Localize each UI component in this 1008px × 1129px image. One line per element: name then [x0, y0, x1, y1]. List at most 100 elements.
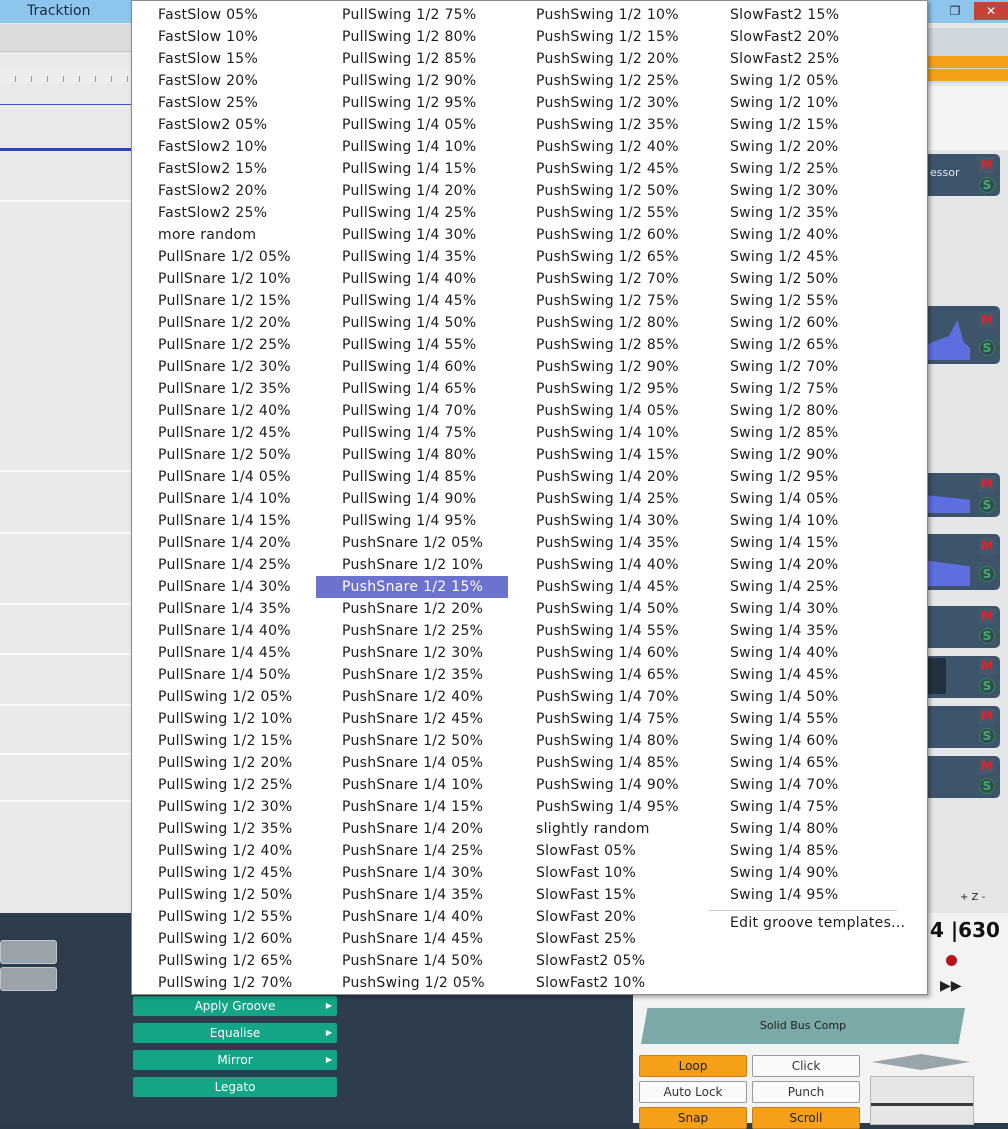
- solo-button[interactable]: S: [979, 728, 995, 744]
- groove-menu-item[interactable]: PushSwing 1/2 40%: [510, 136, 704, 158]
- groove-menu-item[interactable]: SlowFast2 25%: [704, 48, 904, 70]
- groove-menu-item[interactable]: PullSnare 1/2 25%: [132, 334, 316, 356]
- groove-menu-item[interactable]: Swing 1/2 45%: [704, 246, 904, 268]
- groove-menu-item[interactable]: PullSwing 1/4 70%: [316, 400, 508, 422]
- groove-menu-item[interactable]: PullSwing 1/4 75%: [316, 422, 508, 444]
- groove-menu-item[interactable]: Swing 1/2 25%: [704, 158, 904, 180]
- groove-menu-item[interactable]: PushSnare 1/4 35%: [316, 884, 508, 906]
- groove-menu-item[interactable]: FastSlow 10%: [132, 26, 316, 48]
- groove-menu-item[interactable]: SlowFast2 15%: [704, 4, 904, 26]
- groove-menu-item[interactable]: Swing 1/2 35%: [704, 202, 904, 224]
- groove-menu-item[interactable]: FastSlow2 25%: [132, 202, 316, 224]
- groove-menu-item[interactable]: PullSnare 1/2 50%: [132, 444, 316, 466]
- groove-menu-item[interactable]: PushSwing 1/4 50%: [510, 598, 704, 620]
- groove-menu-item[interactable]: PushSwing 1/2 95%: [510, 378, 704, 400]
- groove-menu-item[interactable]: FastSlow2 20%: [132, 180, 316, 202]
- groove-menu-item[interactable]: Swing 1/2 20%: [704, 136, 904, 158]
- groove-menu-item[interactable]: Swing 1/4 45%: [704, 664, 904, 686]
- groove-menu-item[interactable]: PullSwing 1/4 15%: [316, 158, 508, 180]
- record-indicator-icon[interactable]: [946, 955, 957, 966]
- groove-menu-item[interactable]: PullSwing 1/2 25%: [132, 774, 316, 796]
- groove-menu-item[interactable]: PushSnare 1/2 25%: [316, 620, 508, 642]
- groove-menu-item[interactable]: PullSwing 1/2 30%: [132, 796, 316, 818]
- groove-menu-item[interactable]: PushSwing 1/4 10%: [510, 422, 704, 444]
- groove-menu-item[interactable]: FastSlow2 10%: [132, 136, 316, 158]
- groove-menu-item[interactable]: PushSwing 1/4 45%: [510, 576, 704, 598]
- groove-menu-item[interactable]: Swing 1/4 15%: [704, 532, 904, 554]
- groove-menu-item[interactable]: PullSwing 1/4 50%: [316, 312, 508, 334]
- groove-menu-item[interactable]: PullSwing 1/2 75%: [316, 4, 508, 26]
- groove-menu-item[interactable]: PullSnare 1/4 30%: [132, 576, 316, 598]
- groove-menu-item[interactable]: PushSwing 1/4 75%: [510, 708, 704, 730]
- groove-menu-item[interactable]: PushSwing 1/2 20%: [510, 48, 704, 70]
- groove-menu-item[interactable]: PullSnare 1/2 30%: [132, 356, 316, 378]
- groove-menu-item[interactable]: PullSnare 1/4 05%: [132, 466, 316, 488]
- groove-menu-item[interactable]: PushSwing 1/2 60%: [510, 224, 704, 246]
- panel-button[interactable]: [0, 940, 57, 964]
- groove-menu-item[interactable]: PullSnare 1/4 20%: [132, 532, 316, 554]
- groove-menu-item[interactable]: PullSnare 1/2 40%: [132, 400, 316, 422]
- groove-menu-item[interactable]: PushSwing 1/2 80%: [510, 312, 704, 334]
- solo-button[interactable]: S: [979, 628, 995, 644]
- groove-menu-item[interactable]: PushSwing 1/2 85%: [510, 334, 704, 356]
- groove-menu-item[interactable]: PushSnare 1/4 45%: [316, 928, 508, 950]
- groove-menu-item[interactable]: PullSwing 1/2 10%: [132, 708, 316, 730]
- groove-menu-item[interactable]: FastSlow 25%: [132, 92, 316, 114]
- groove-menu-item[interactable]: PushSnare 1/4 50%: [316, 950, 508, 972]
- fast-forward-icon[interactable]: ▶▶: [940, 978, 962, 994]
- solo-button[interactable]: S: [979, 177, 995, 193]
- groove-menu-item[interactable]: Swing 1/2 90%: [704, 444, 904, 466]
- close-window-icon[interactable]: ✕: [974, 2, 1008, 20]
- groove-menu-item[interactable]: SlowFast2 20%: [704, 26, 904, 48]
- groove-menu-item[interactable]: Swing 1/2 05%: [704, 70, 904, 92]
- groove-menu-item[interactable]: PushSwing 1/4 70%: [510, 686, 704, 708]
- groove-menu-item[interactable]: PushSnare 1/4 20%: [316, 818, 508, 840]
- groove-menu-item[interactable]: Swing 1/4 65%: [704, 752, 904, 774]
- groove-menu-item[interactable]: PushSwing 1/2 30%: [510, 92, 704, 114]
- groove-menu-item[interactable]: PushSwing 1/4 95%: [510, 796, 704, 818]
- groove-menu-item[interactable]: Swing 1/4 30%: [704, 598, 904, 620]
- groove-menu-item[interactable]: PushSwing 1/4 20%: [510, 466, 704, 488]
- groove-menu-item[interactable]: Swing 1/4 05%: [704, 488, 904, 510]
- groove-menu-item[interactable]: Swing 1/2 10%: [704, 92, 904, 114]
- mute-button[interactable]: M: [979, 758, 995, 774]
- groove-menu-item[interactable]: PullSnare 1/2 20%: [132, 312, 316, 334]
- groove-menu-item[interactable]: PullSnare 1/4 45%: [132, 642, 316, 664]
- solo-button[interactable]: S: [979, 566, 995, 582]
- groove-menu-item[interactable]: PushSwing 1/4 65%: [510, 664, 704, 686]
- groove-menu-item[interactable]: PullSwing 1/2 70%: [132, 972, 316, 994]
- groove-menu-item[interactable]: PushSwing 1/4 60%: [510, 642, 704, 664]
- groove-menu-item[interactable]: PullSwing 1/4 55%: [316, 334, 508, 356]
- groove-menu-item[interactable]: PushSwing 1/2 10%: [510, 4, 704, 26]
- groove-menu-item[interactable]: PullSnare 1/4 25%: [132, 554, 316, 576]
- groove-menu-item[interactable]: PullSnare 1/4 10%: [132, 488, 316, 510]
- groove-menu-item[interactable]: FastSlow2 05%: [132, 114, 316, 136]
- groove-menu-item[interactable]: PushSwing 1/4 40%: [510, 554, 704, 576]
- groove-menu-item[interactable]: Swing 1/2 80%: [704, 400, 904, 422]
- groove-menu-item[interactable]: SlowFast 25%: [510, 928, 704, 950]
- groove-menu-item[interactable]: PullSwing 1/4 30%: [316, 224, 508, 246]
- groove-menu-item[interactable]: PullSwing 1/4 05%: [316, 114, 508, 136]
- panel-button[interactable]: [0, 967, 57, 991]
- groove-menu-item[interactable]: SlowFast 10%: [510, 862, 704, 884]
- restore-window-icon[interactable]: ❐: [944, 2, 966, 20]
- groove-menu-item[interactable]: PushSnare 1/2 35%: [316, 664, 508, 686]
- mute-button[interactable]: M: [979, 312, 995, 328]
- punch-button[interactable]: Punch: [752, 1081, 860, 1103]
- apply-groove-button[interactable]: Apply Groove ▶: [133, 996, 337, 1016]
- mute-button[interactable]: M: [979, 157, 995, 173]
- groove-menu-item[interactable]: PullSwing 1/2 35%: [132, 818, 316, 840]
- groove-menu-item[interactable]: PushSnare 1/4 40%: [316, 906, 508, 928]
- groove-menu-item[interactable]: PushSwing 1/4 05%: [510, 400, 704, 422]
- groove-menu-item[interactable]: Swing 1/4 60%: [704, 730, 904, 752]
- groove-menu-item[interactable]: PullSnare 1/2 35%: [132, 378, 316, 400]
- groove-menu-item[interactable]: Swing 1/4 50%: [704, 686, 904, 708]
- groove-menu-item[interactable]: PullSwing 1/2 40%: [132, 840, 316, 862]
- groove-menu-item[interactable]: Swing 1/2 40%: [704, 224, 904, 246]
- loop-button[interactable]: Loop: [639, 1055, 747, 1077]
- groove-menu-item[interactable]: PullSwing 1/4 40%: [316, 268, 508, 290]
- groove-menu-item[interactable]: PullSnare 1/4 40%: [132, 620, 316, 642]
- groove-menu-item[interactable]: PullSnare 1/2 05%: [132, 246, 316, 268]
- groove-menu-item[interactable]: PullSwing 1/2 50%: [132, 884, 316, 906]
- timeline-ruler[interactable]: [0, 68, 132, 84]
